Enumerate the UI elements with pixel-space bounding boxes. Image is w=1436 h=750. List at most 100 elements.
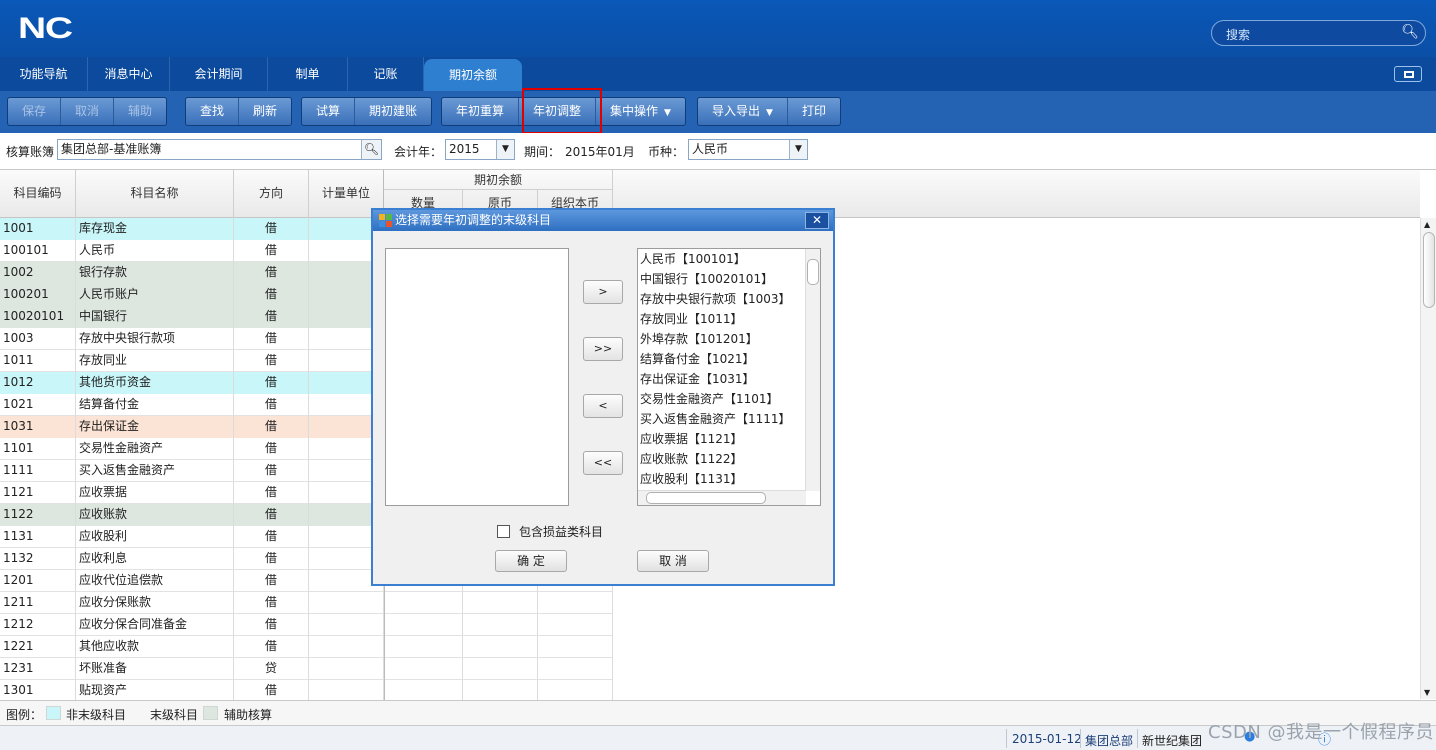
search-box[interactable]: 搜索 🔍︎: [1211, 20, 1426, 46]
cell-name[interactable]: 应收账款: [76, 504, 234, 526]
cell-balance[interactable]: [384, 680, 463, 702]
move-left-button[interactable]: <: [583, 394, 623, 418]
cell-dir[interactable]: 借: [234, 614, 309, 636]
cell-code[interactable]: 1001: [0, 218, 76, 240]
cell-dir[interactable]: 借: [234, 240, 309, 262]
table-row[interactable]: 10020101 中国银行借: [0, 306, 384, 328]
cell-name[interactable]: 结算备付金: [76, 394, 234, 416]
cell-code[interactable]: 1101: [0, 438, 76, 460]
cell-name[interactable]: 人民币账户: [76, 284, 234, 306]
cell-code[interactable]: 1211: [0, 592, 76, 614]
table-row[interactable]: 100201 人民币账户借: [0, 284, 384, 306]
import-export-button[interactable]: 导入导出 ▼: [698, 98, 788, 125]
cell-dir[interactable]: 借: [234, 284, 309, 306]
cell-dir[interactable]: 借: [234, 636, 309, 658]
cell-code[interactable]: 100101: [0, 240, 76, 262]
list-item[interactable]: 存出保证金【1031】: [640, 369, 755, 389]
tab-message-center[interactable]: 消息中心: [88, 57, 170, 91]
print-button[interactable]: 打印: [788, 98, 840, 125]
cell-code[interactable]: 1111: [0, 460, 76, 482]
cell-dir[interactable]: 借: [234, 306, 309, 328]
move-all-left-button[interactable]: <<: [583, 451, 623, 475]
table-row[interactable]: 1211 应收分保账款借: [0, 592, 384, 614]
cell-code[interactable]: 1132: [0, 548, 76, 570]
table-row[interactable]: 1122 应收账款借: [0, 504, 384, 526]
cell-name[interactable]: 应收分保账款: [76, 592, 234, 614]
cell-balance[interactable]: [538, 614, 613, 636]
cell-balance[interactable]: [463, 658, 538, 680]
cell-code[interactable]: 1011: [0, 350, 76, 372]
scroll-thumb[interactable]: [646, 492, 766, 504]
cell-name[interactable]: 存放中央银行款项: [76, 328, 234, 350]
cell-code[interactable]: 1002: [0, 262, 76, 284]
find-button[interactable]: 查找: [186, 98, 240, 125]
cell-dir[interactable]: 借: [234, 328, 309, 350]
table-row[interactable]: 1132 应收利息借: [0, 548, 384, 570]
table-row[interactable]: 1111 买入返售金融资产借: [0, 460, 384, 482]
cell-name[interactable]: 人民币: [76, 240, 234, 262]
list-item[interactable]: 中国银行【10020101】: [640, 269, 773, 289]
list-item[interactable]: 应收票据【1121】: [640, 429, 743, 449]
save-button[interactable]: 保存: [8, 98, 62, 125]
cell-unit[interactable]: [309, 614, 384, 636]
cell-dir[interactable]: 借: [234, 438, 309, 460]
grid-scrollbar[interactable]: ▲ ▼: [1420, 218, 1436, 699]
scroll-up-icon[interactable]: ▲: [1424, 220, 1430, 229]
table-row[interactable]: 1101 交易性金融资产借: [0, 438, 384, 460]
cell-dir[interactable]: 借: [234, 548, 309, 570]
cell-code[interactable]: 1122: [0, 504, 76, 526]
cell-name[interactable]: 银行存款: [76, 262, 234, 284]
chevron-down-icon[interactable]: ▼: [496, 140, 514, 159]
tab-voucher[interactable]: 制单: [268, 57, 348, 91]
cell-code[interactable]: 1301: [0, 680, 76, 702]
cell-balance[interactable]: [538, 680, 613, 702]
tab-accounting-period[interactable]: 会计期间: [170, 57, 268, 91]
cell-dir[interactable]: 借: [234, 526, 309, 548]
cell-unit[interactable]: [309, 592, 384, 614]
cell-name[interactable]: 买入返售金融资产: [76, 460, 234, 482]
cell-name[interactable]: 存放同业: [76, 350, 234, 372]
cell-code[interactable]: 1212: [0, 614, 76, 636]
cell-dir[interactable]: 借: [234, 416, 309, 438]
selected-list-hscroll[interactable]: [638, 490, 806, 505]
currency-select[interactable]: 人民币 ▼: [688, 139, 808, 160]
cell-name[interactable]: 贴现资产: [76, 680, 234, 702]
cell-name[interactable]: 交易性金融资产: [76, 438, 234, 460]
cell-balance[interactable]: [463, 592, 538, 614]
list-item[interactable]: 存放中央银行款项【1003】: [640, 289, 791, 309]
cell-unit[interactable]: [309, 658, 384, 680]
table-row[interactable]: 1021 结算备付金借: [0, 394, 384, 416]
chevron-down-icon[interactable]: ▼: [789, 140, 807, 159]
cell-code[interactable]: 1231: [0, 658, 76, 680]
year-reaccount-button[interactable]: 年初重算: [442, 98, 520, 125]
cell-balance[interactable]: [384, 658, 463, 680]
cell-name[interactable]: 应收票据: [76, 482, 234, 504]
cell-name[interactable]: 中国银行: [76, 306, 234, 328]
assist-button[interactable]: 辅助: [114, 98, 166, 125]
list-item[interactable]: 存放同业【1011】: [640, 309, 743, 329]
cell-code[interactable]: 1131: [0, 526, 76, 548]
list-item[interactable]: 结算备付金【1021】: [640, 349, 755, 369]
scroll-thumb[interactable]: [1423, 232, 1435, 308]
scroll-down-icon[interactable]: ▼: [1424, 688, 1430, 697]
cancel-button[interactable]: 取消: [61, 98, 115, 125]
cell-code[interactable]: 10020101: [0, 306, 76, 328]
cell-balance[interactable]: [384, 614, 463, 636]
cell-balance[interactable]: [384, 636, 463, 658]
cell-balance[interactable]: [463, 614, 538, 636]
trial-balance-button[interactable]: 试算: [302, 98, 356, 125]
close-icon[interactable]: ✕: [805, 212, 829, 229]
list-item[interactable]: 外埠存款【101201】: [640, 329, 758, 349]
refresh-button[interactable]: 刷新: [239, 98, 291, 125]
table-row[interactable]: 1031 存出保证金借: [0, 416, 384, 438]
cancel-button[interactable]: 取 消: [637, 550, 709, 572]
list-item[interactable]: 交易性金融资产【1101】: [640, 389, 779, 409]
ok-button[interactable]: 确 定: [495, 550, 567, 572]
tab-posting[interactable]: 记账: [348, 57, 424, 91]
tab-opening-balance[interactable]: 期初余额: [424, 59, 522, 91]
table-row[interactable]: 1001 库存现金借: [0, 218, 384, 240]
cell-balance[interactable]: [384, 592, 463, 614]
selected-list-vscroll[interactable]: [805, 249, 820, 491]
cell-balance[interactable]: [538, 592, 613, 614]
selected-list[interactable]: 人民币【100101】 中国银行【10020101】 存放中央银行款项【1003】存…: [637, 248, 821, 506]
